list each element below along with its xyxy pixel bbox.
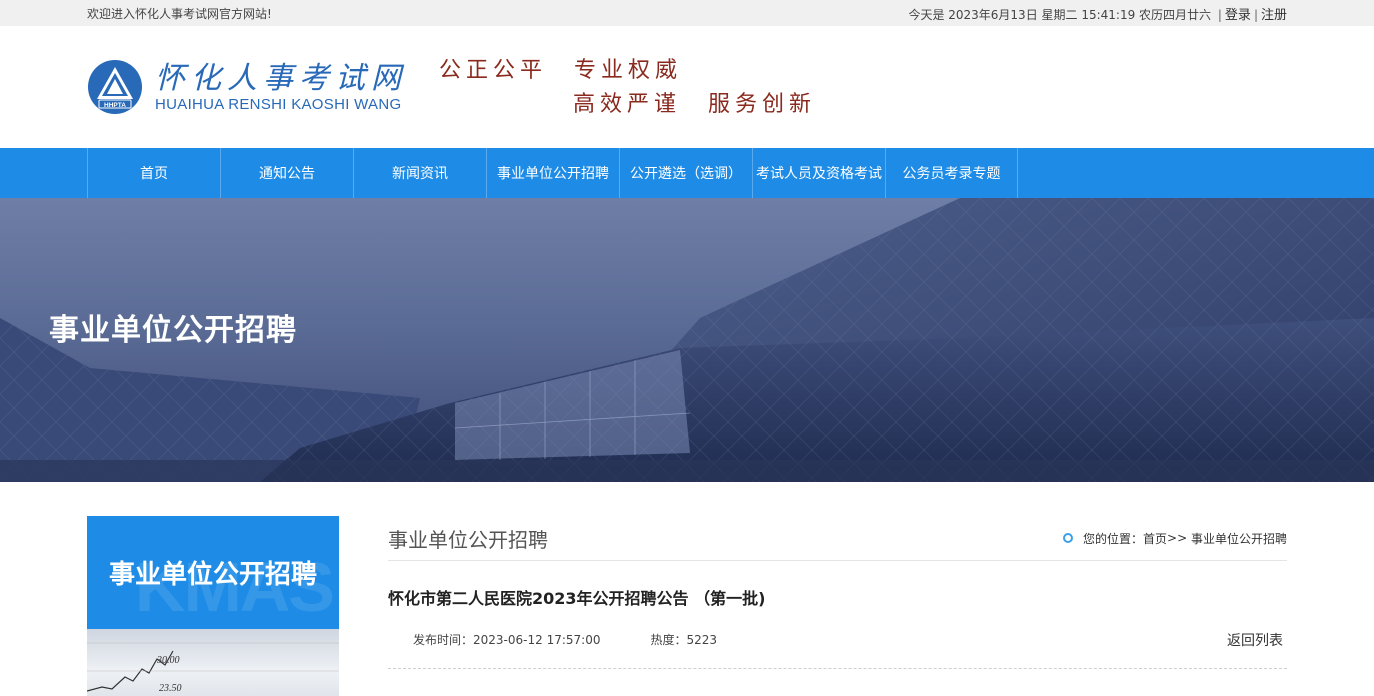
sidebar-chart-image [87, 642, 339, 692]
welcome-text: 欢迎进入怀化人事考试网官方网站! [87, 6, 272, 21]
slogan: 公正公平 专业权威 高效严谨 服务创新 [439, 52, 816, 122]
breadcrumb-home-link[interactable]: 首页 [1143, 530, 1167, 547]
nav-item-public-recruitment[interactable]: 事业单位公开招聘 [486, 148, 619, 198]
register-link[interactable]: 注册 [1261, 8, 1287, 23]
site-header: HHPTA 怀化人事考试网 HUAIHUA RENSHI KAOSHI WANG… [0, 26, 1374, 148]
back-to-list-link[interactable]: 返回列表 [1227, 630, 1283, 650]
breadcrumb-ring-icon [1063, 533, 1074, 543]
main-panel: 事业单位公开招聘 您的位置： 首页 >> 事业单位公开招聘 怀化市第二人民医院2… [388, 516, 1287, 696]
logo-chinese-name: 怀化人事考试网 [155, 60, 407, 96]
nav-item-selection[interactable]: 公开遴选（选调） [619, 148, 752, 198]
sidebar-header: KMAS 事业单位公开招聘 [87, 516, 339, 629]
article-meta: 发布时间： 2023-06-12 17:57:00 热度： 5223 返回列表 [388, 627, 1287, 669]
nav-item-news[interactable]: 新闻资讯 [353, 148, 486, 198]
logo-badge-text: HHPTA [104, 102, 126, 109]
slogan-line-1: 公正公平 专业权威 [439, 58, 683, 83]
publish-time: 2023-06-12 17:57:00 [473, 632, 601, 647]
breadcrumb: 您的位置： 首页 >> 事业单位公开招聘 [1063, 530, 1287, 547]
sidebar: KMAS 事业单位公开招聘 30.00 23.50 [87, 516, 339, 696]
article-title: 怀化市第二人民医院2023年公开招聘公告 （第一批) [388, 589, 766, 608]
logo-emblem-icon: HHPTA [88, 60, 142, 114]
hot-value: 5223 [686, 632, 718, 647]
nav-item-notices[interactable]: 通知公告 [220, 148, 353, 198]
sidebar-title: 事业单位公开招聘 [108, 560, 317, 590]
sidebar-image-number-2: 23.50 [159, 683, 182, 694]
slogan-line-2: 高效严谨 服务创新 [573, 92, 817, 117]
breadcrumb-current-link[interactable]: 事业单位公开招聘 [1191, 530, 1287, 547]
top-bar: 欢迎进入怀化人事考试网官方网站! 今天是 2023年6月13日 星期二 15:4… [0, 0, 1374, 26]
breadcrumb-separator: >> [1167, 531, 1188, 545]
banner-title: 事业单位公开招聘 [49, 313, 297, 348]
main-nav: 首页 通知公告 新闻资讯 事业单位公开招聘 公开遴选（选调） 考试人员及资格考试… [0, 148, 1374, 198]
content-area: KMAS 事业单位公开招聘 30.00 23.50 事业单位公开招聘 您的位置： [0, 482, 1374, 696]
publish-label: 发布时间： [413, 633, 474, 647]
top-bar-right: 今天是 2023年6月13日 星期二 15:41:19 农历四月廿六 | 登录 | 注… [908, 7, 1287, 23]
breadcrumb-label: 您的位置： [1083, 531, 1144, 546]
site-logo[interactable]: HHPTA 怀化人事考试网 HUAIHUA RENSHI KAOSHI WANG [87, 59, 407, 115]
main-header: 事业单位公开招聘 您的位置： 首页 >> 事业单位公开招聘 [388, 516, 1287, 561]
page-banner: 事业单位公开招聘 [0, 198, 1374, 482]
nav-item-civil-service[interactable]: 公务员考录专题 [885, 148, 1018, 198]
login-link[interactable]: 登录 [1225, 8, 1251, 23]
nav-item-home[interactable]: 首页 [87, 148, 220, 198]
section-title: 事业单位公开招聘 [388, 527, 548, 552]
date-text: 今天是 2023年6月13日 星期二 15:41:19 农历四月廿六 [908, 7, 1212, 22]
nav-item-qualification-exams[interactable]: 考试人员及资格考试 [752, 148, 885, 198]
sidebar-image-number-1: 30.00 [157, 655, 180, 666]
logo-english-name: HUAIHUA RENSHI KAOSHI WANG [155, 95, 402, 113]
sidebar-image: 30.00 23.50 [87, 629, 339, 696]
hot-label: 热度： [650, 633, 687, 647]
